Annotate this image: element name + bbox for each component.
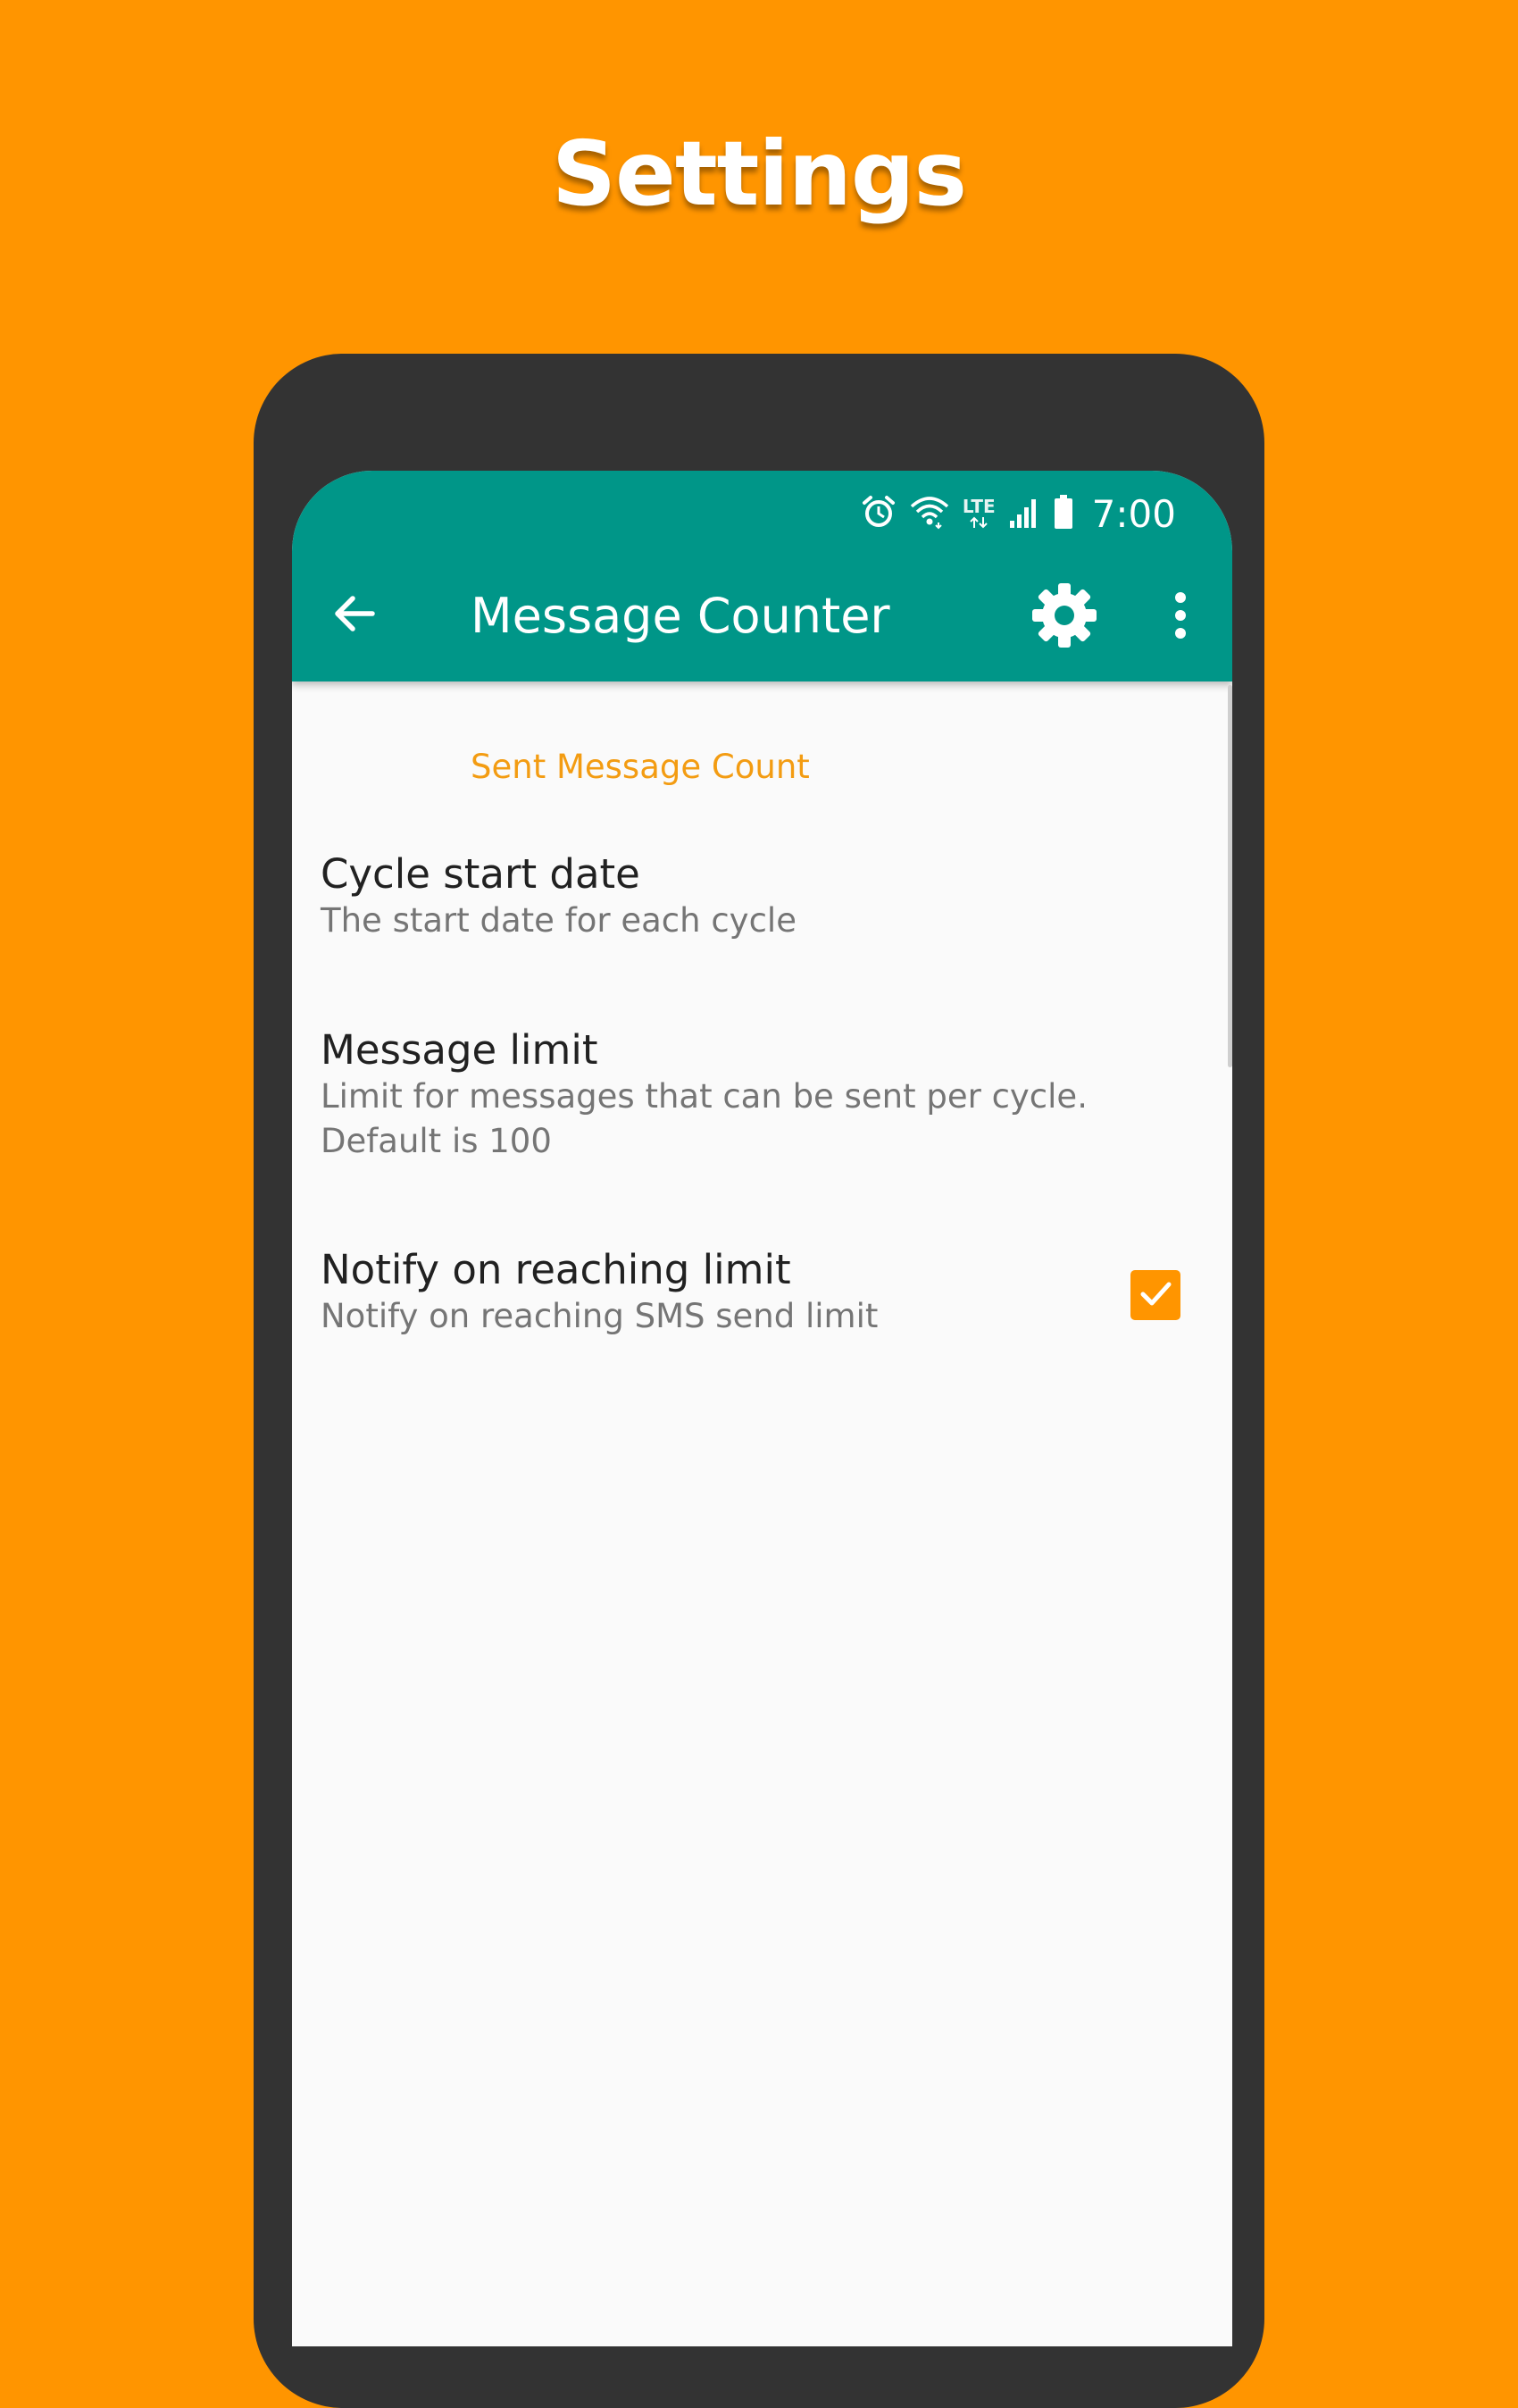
lte-icon: LTE [963, 497, 996, 530]
notify-checkbox[interactable] [1130, 1270, 1180, 1320]
scroll-indicator [1228, 685, 1232, 1067]
check-icon [1136, 1274, 1175, 1317]
pref-cycle-start-date[interactable]: Cycle start date The start date for each… [321, 850, 1205, 943]
more-options-button[interactable] [1149, 580, 1212, 655]
promo-title: Settings [551, 121, 967, 226]
pref-title: Message limit [321, 1026, 598, 1074]
pref-message-limit[interactable]: Message limit Limit for messages that ca… [321, 1026, 1187, 1164]
battery-icon [1053, 494, 1074, 533]
app-title: Message Counter [471, 588, 890, 644]
settings-button[interactable] [1027, 580, 1102, 655]
signal-icon [1008, 494, 1040, 533]
status-time: 7:00 [1091, 491, 1176, 536]
pref-title: Notify on reaching limit [321, 1246, 791, 1293]
category-header: Sent Message Count [471, 748, 810, 786]
alarm-icon [861, 494, 897, 533]
toolbar: Message Counter [292, 548, 1232, 681]
status-bar: LTE 7:00 [861, 487, 1176, 540]
pref-summary: Limit for messages that can be sent per … [321, 1077, 1088, 1160]
pref-notify-on-limit[interactable]: Notify on reaching limit Notify on reach… [321, 1246, 1088, 1339]
pref-summary: Notify on reaching SMS send limit [321, 1297, 879, 1335]
more-vert-icon [1172, 589, 1189, 646]
pref-title: Cycle start date [321, 850, 640, 898]
app-bar: LTE 7:00 Message Counter [292, 471, 1232, 681]
back-button[interactable] [319, 580, 390, 651]
arrow-back-icon [329, 589, 380, 642]
phone-screen: LTE 7:00 Message Counter Sent Message Co… [292, 471, 1232, 2346]
pref-summary: The start date for each cycle [321, 901, 797, 940]
gear-icon [1030, 581, 1098, 653]
wifi-icon [909, 494, 950, 533]
lte-label: LTE [962, 496, 996, 517]
